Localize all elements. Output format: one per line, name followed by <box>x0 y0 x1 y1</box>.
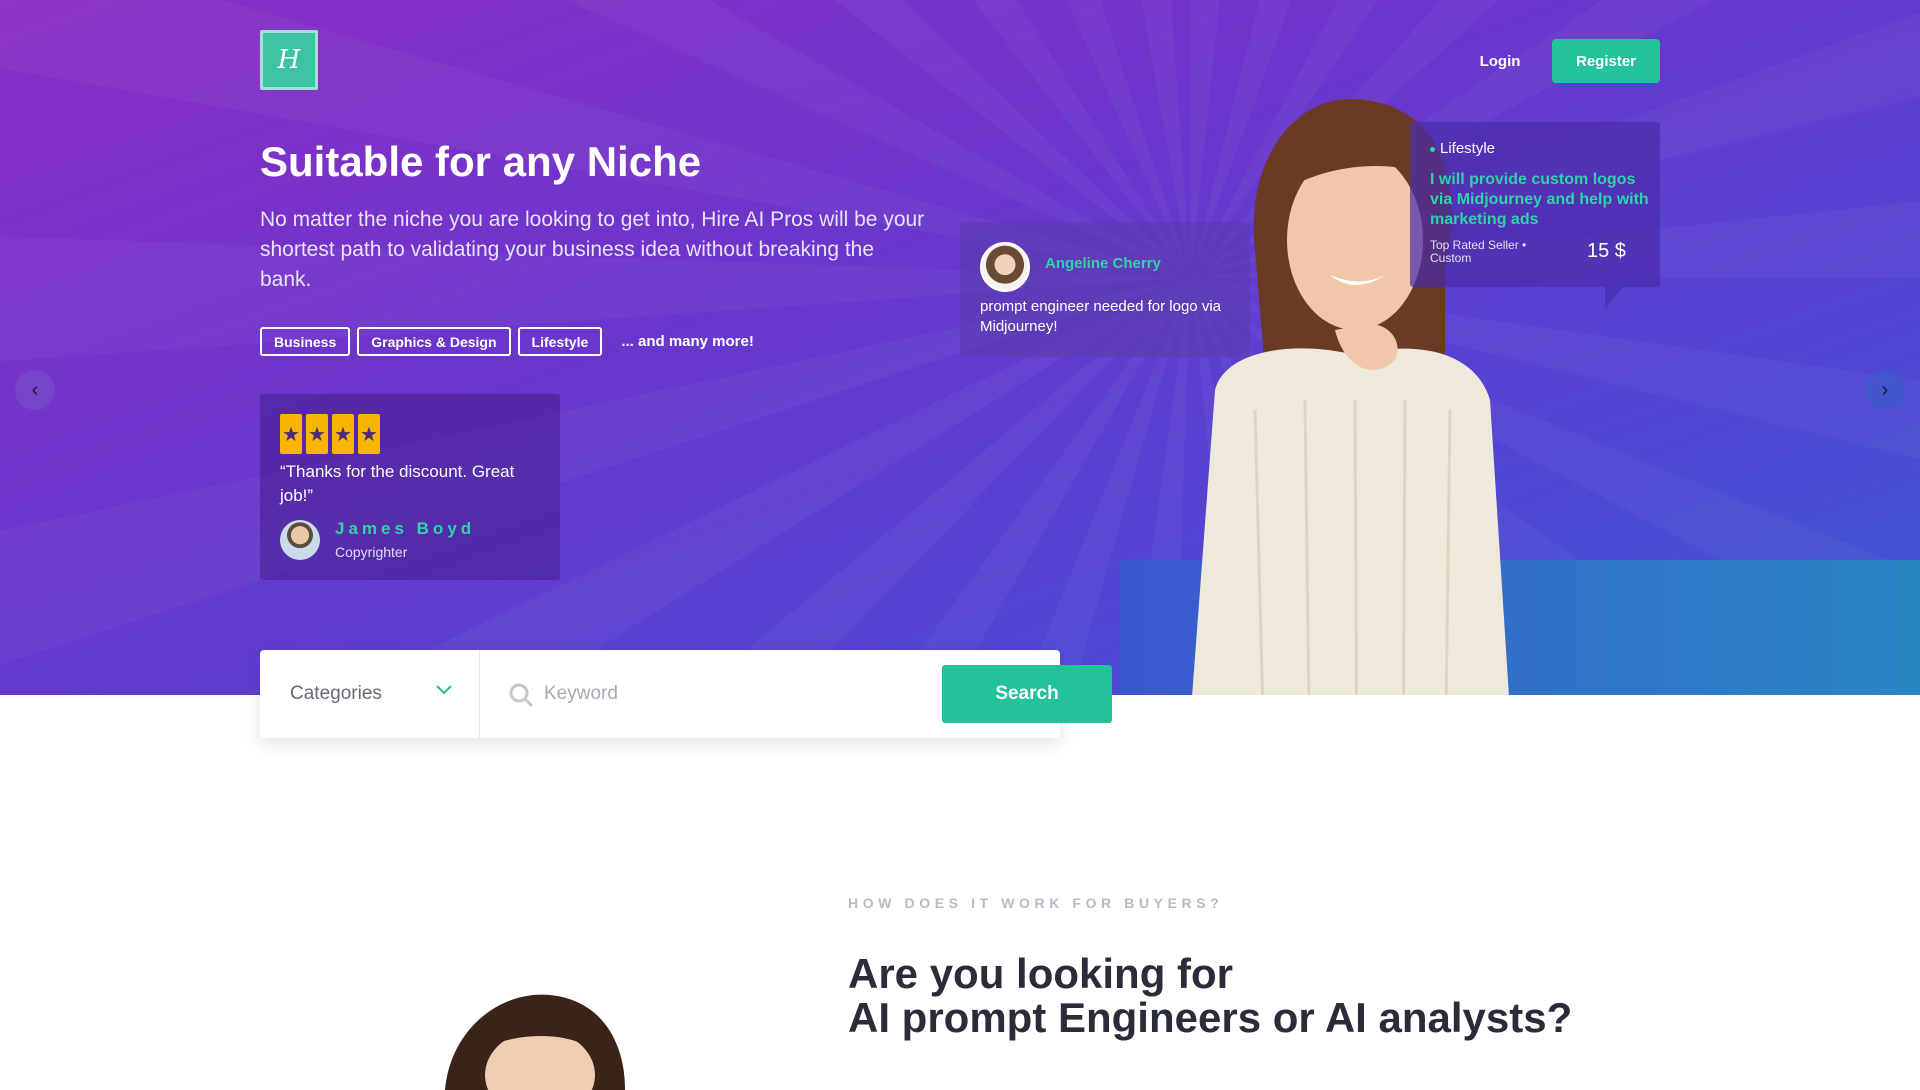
offer-category-label: Lifestyle <box>1440 140 1496 157</box>
requester-name: Angeline Cherry <box>1045 255 1161 272</box>
logo-letter: H <box>277 45 301 75</box>
offer-title[interactable]: I will provide custom logos via Midjourn… <box>1430 170 1650 230</box>
search-button[interactable]: Search <box>942 665 1112 723</box>
avatar <box>980 242 1030 292</box>
carousel-next-button[interactable]: › <box>1865 370 1905 410</box>
site-logo[interactable]: H <box>260 30 318 90</box>
category-select-label: Categories <box>290 683 382 704</box>
hero-description: No matter the niche you are looking to g… <box>260 208 925 291</box>
hero-title: Suitable for any Niche <box>260 138 702 185</box>
section-title: Are you looking for AI prompt Engineers … <box>848 952 1748 1040</box>
category-dot-icon <box>1430 146 1435 152</box>
star-icon: ★ <box>358 414 380 454</box>
niche-tags: Business Graphics & Design Lifestyle ...… <box>260 327 754 356</box>
star-icon: ★ <box>306 414 328 454</box>
chevron-left-icon: ‹ <box>31 378 39 401</box>
offer-price: 15 $ <box>1587 240 1626 262</box>
offer-seller-level: Top Rated Seller • Custom <box>1430 238 1527 265</box>
tag-lifestyle[interactable]: Lifestyle <box>517 327 603 356</box>
testimonial-card: ★ ★ ★ ★ “Thanks for the discount. Great … <box>260 394 560 580</box>
chevron-down-icon <box>436 685 452 695</box>
category-select[interactable]: Categories <box>260 650 480 738</box>
hero-section: H Login Register Suitable for any Niche … <box>0 0 1920 695</box>
tag-graphics-design[interactable]: Graphics & Design <box>357 327 511 356</box>
tags-more-text: ... and many more! <box>621 333 754 350</box>
testimonial-quote: “Thanks for the discount. Great job!” <box>280 462 515 505</box>
section-title-line1: Are you looking for <box>848 950 1234 997</box>
register-button[interactable]: Register <box>1552 39 1660 83</box>
star-icon: ★ <box>280 414 302 454</box>
rating-stars: ★ ★ ★ ★ <box>280 414 380 454</box>
carousel-prev-button[interactable]: ‹ <box>15 370 55 410</box>
star-icon: ★ <box>332 414 354 454</box>
keyword-input[interactable] <box>544 672 904 716</box>
testimonial-author-role: Copyrighter <box>335 544 408 560</box>
tag-business[interactable]: Business <box>260 327 351 356</box>
offer-category: Lifestyle <box>1430 140 1495 157</box>
chevron-right-icon: › <box>1881 378 1889 401</box>
section-person-image <box>445 994 625 1090</box>
search-icon <box>509 683 534 708</box>
search-bar: Categories Search <box>260 650 1112 738</box>
avatar <box>280 520 320 560</box>
testimonial-author-name: James Boyd <box>335 519 476 538</box>
section-eyebrow: HOW DOES IT WORK FOR BUYERS? <box>848 895 1224 911</box>
section-title-line2: AI prompt Engineers or AI analysts? <box>848 994 1573 1041</box>
offer-card[interactable]: Lifestyle I will provide custom logos vi… <box>1410 122 1660 309</box>
